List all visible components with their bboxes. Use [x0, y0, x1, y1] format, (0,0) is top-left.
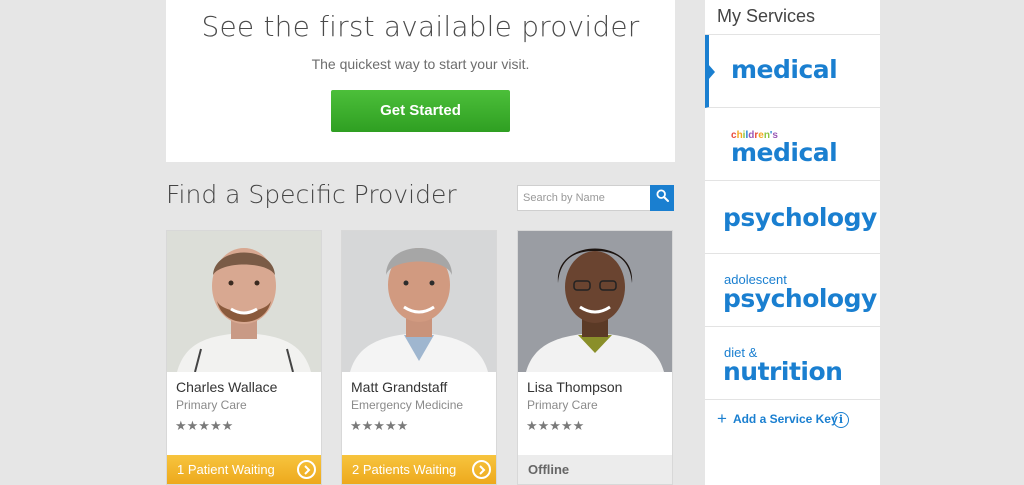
arrow-right-circle-icon: [297, 460, 316, 479]
add-service-key-link[interactable]: + Add a Service Key: [717, 409, 838, 428]
provider-rating: ★★★★★: [526, 418, 585, 433]
hero-subtitle: The quickest way to start your visit.: [311, 56, 530, 72]
provider-specialty: Emergency Medicine: [351, 398, 464, 412]
provider-card[interactable]: Lisa Thompson Primary Care ★★★★★ Offline: [517, 230, 673, 485]
arrow-right-circle-icon: [472, 460, 491, 479]
status-label: 2 Patients Waiting: [352, 462, 457, 477]
provider-name: Charles Wallace: [176, 379, 278, 395]
provider-specialty: Primary Care: [527, 398, 598, 412]
provider-rating: ★★★★★: [175, 418, 234, 433]
provider-name: Lisa Thompson: [527, 379, 623, 395]
add-service-key-label: Add a Service Key: [732, 412, 838, 426]
services-title: My Services: [705, 0, 880, 35]
status-bar[interactable]: 2 Patients Waiting: [342, 455, 496, 484]
get-started-button[interactable]: Get Started: [331, 90, 510, 132]
service-item-childrens-medical[interactable]: children's medical: [705, 108, 880, 181]
provider-photo: [518, 231, 672, 372]
info-icon[interactable]: i: [833, 412, 849, 428]
find-provider-title: Find a Specific Provider: [166, 180, 457, 209]
service-label: psychology: [723, 203, 877, 232]
status-bar[interactable]: 1 Patient Waiting: [167, 455, 321, 484]
first-available-panel: See the first available provider The qui…: [166, 0, 675, 162]
services-panel: My Services medical children's medical p…: [705, 0, 880, 485]
service-item-adolescent-psychology[interactable]: adolescent psychology: [705, 254, 880, 327]
provider-name: Matt Grandstaff: [351, 379, 448, 395]
service-item-psychology[interactable]: psychology: [705, 181, 880, 254]
provider-search: [517, 185, 674, 211]
search-input[interactable]: [517, 185, 650, 211]
provider-card[interactable]: Matt Grandstaff Emergency Medicine ★★★★★…: [341, 230, 497, 485]
provider-photo: [167, 231, 321, 372]
provider-specialty: Primary Care: [176, 398, 247, 412]
service-item-diet-nutrition[interactable]: diet & nutrition: [705, 327, 880, 400]
service-label: nutrition: [723, 357, 843, 386]
status-label: 1 Patient Waiting: [177, 462, 275, 477]
provider-photo: [342, 231, 496, 372]
status-label: Offline: [528, 462, 570, 477]
status-bar: Offline: [518, 455, 672, 484]
provider-rating: ★★★★★: [350, 418, 409, 433]
service-label: psychology: [723, 284, 877, 313]
plus-icon: +: [717, 409, 727, 428]
service-item-medical[interactable]: medical: [705, 35, 880, 108]
search-button[interactable]: [650, 185, 674, 211]
service-label: medical: [731, 55, 838, 84]
active-indicator: [708, 64, 715, 80]
hero-title: See the first available provider: [201, 10, 640, 43]
provider-card[interactable]: Charles Wallace Primary Care ★★★★★ 1 Pat…: [166, 230, 322, 485]
service-label: medical: [731, 138, 838, 167]
search-icon: [655, 189, 669, 207]
